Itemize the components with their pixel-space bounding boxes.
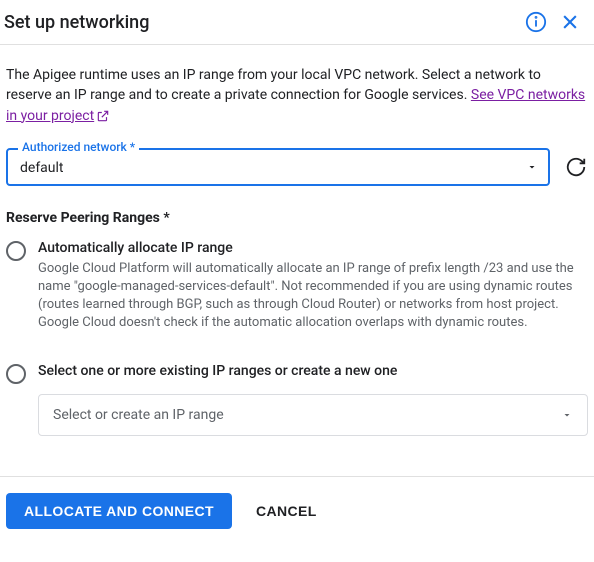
authorized-network-select[interactable]: Authorized network * default — [6, 148, 550, 186]
dialog-title: Set up networking — [4, 12, 514, 33]
radio-help-auto: Google Cloud Platform will automatically… — [38, 260, 588, 333]
ip-range-placeholder: Select or create an IP range — [53, 407, 224, 423]
caret-down-icon — [526, 161, 538, 173]
dialog-header: Set up networking — [0, 0, 594, 45]
radio-title-auto: Automatically allocate IP range — [38, 240, 588, 256]
radio-icon[interactable] — [6, 241, 26, 261]
radio-title-existing: Select one or more existing IP ranges or… — [38, 363, 588, 379]
radio-body: Automatically allocate IP range Google C… — [38, 240, 588, 333]
dialog-content: The Apigee runtime uses an IP range from… — [0, 45, 594, 436]
allocate-connect-button[interactable]: ALLOCATE AND CONNECT — [6, 493, 232, 529]
authorized-network-label: Authorized network * — [18, 140, 139, 154]
description-body: The Apigee runtime uses an IP range from… — [6, 67, 541, 103]
description-text: The Apigee runtime uses an IP range from… — [6, 65, 588, 126]
ip-range-select[interactable]: Select or create an IP range — [38, 394, 588, 436]
radio-body: Select one or more existing IP ranges or… — [38, 363, 588, 383]
peering-section-label: Reserve Peering Ranges * — [6, 210, 588, 226]
close-icon[interactable] — [558, 10, 582, 34]
external-link-icon — [96, 108, 110, 124]
cancel-button[interactable]: CANCEL — [256, 503, 317, 519]
radio-icon[interactable] — [6, 364, 26, 384]
info-icon[interactable] — [524, 10, 548, 34]
refresh-icon[interactable] — [564, 155, 588, 179]
authorized-network-row: Authorized network * default — [6, 148, 588, 186]
radio-option-auto[interactable]: Automatically allocate IP range Google C… — [6, 240, 588, 333]
dialog-footer: ALLOCATE AND CONNECT CANCEL — [0, 476, 594, 545]
caret-down-icon — [561, 409, 573, 421]
radio-option-existing[interactable]: Select one or more existing IP ranges or… — [6, 363, 588, 384]
authorized-network-value: default — [20, 160, 64, 176]
